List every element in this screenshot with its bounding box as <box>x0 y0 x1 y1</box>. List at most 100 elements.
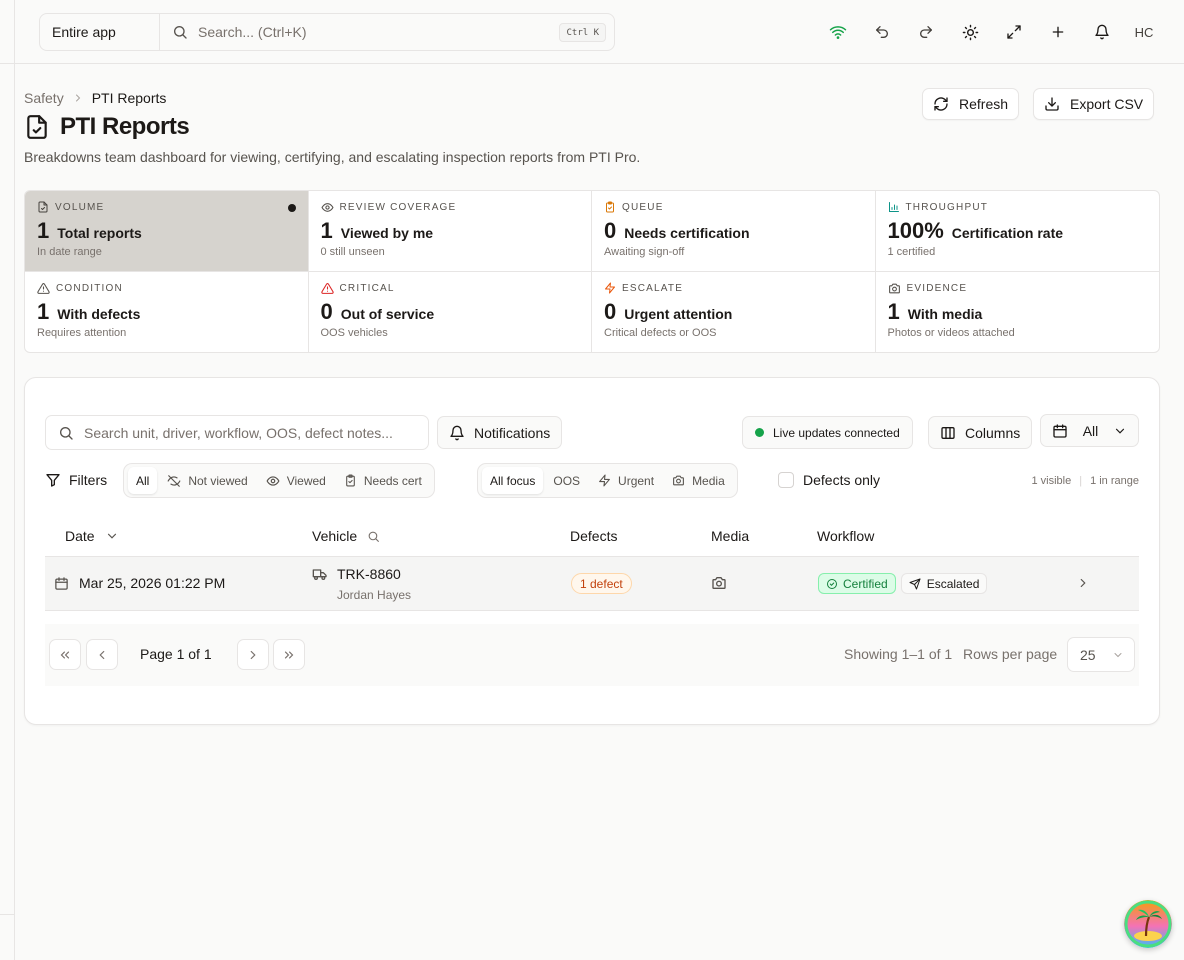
sun-icon[interactable] <box>959 21 981 43</box>
global-search-input[interactable]: Search... (Ctrl+K) Ctrl K <box>160 14 614 50</box>
chevron-down-icon <box>105 529 119 543</box>
first-page-button[interactable] <box>49 639 81 670</box>
shortcut-hint: Ctrl K <box>559 23 606 42</box>
defect-badge: 1 defect <box>571 573 632 594</box>
stat-label: With defects <box>57 306 141 322</box>
stat-volume[interactable]: VOLUME 1 Total reports In date range <box>25 191 309 272</box>
page-title: PTI Reports <box>60 113 190 140</box>
truck-icon <box>312 566 328 582</box>
stat-queue[interactable]: QUEUE 0 Needs certification Awaiting sign… <box>592 191 876 272</box>
filter-needs-cert-label: Needs cert <box>363 473 422 488</box>
filter-not-viewed[interactable]: Not viewed <box>159 467 255 494</box>
bell-icon[interactable] <box>1091 21 1113 43</box>
stat-sub: Awaiting sign-off <box>604 246 685 258</box>
stat-sub: 1 certified <box>887 246 936 258</box>
row-workflow: Certified Escalated <box>818 573 988 594</box>
sidebar-edge <box>0 0 15 960</box>
rows-per-page-value: 25 <box>1080 646 1096 663</box>
refresh-label: Refresh <box>959 96 1009 112</box>
row-date: Mar 25, 2026 01:22 PM <box>54 575 225 591</box>
focus-oos[interactable]: OOS <box>545 467 588 494</box>
undo-icon[interactable] <box>871 21 893 43</box>
table-row[interactable]: Mar 25, 2026 01:22 PM TRK-8860 Jordan Ha… <box>45 557 1139 611</box>
plus-icon[interactable] <box>1047 21 1069 43</box>
stat-condition[interactable]: CONDITION 1 With defects Requires attenti… <box>25 272 309 352</box>
island-logo-icon <box>1124 900 1172 948</box>
stat-value: 1 <box>320 218 333 243</box>
live-status: Live updates connected <box>742 416 913 449</box>
showing-text: Showing 1–1 of 1 <box>844 646 953 662</box>
stat-throughput[interactable]: THROUGHPUT 100% Certification rate 1 cert… <box>875 191 1159 272</box>
focus-urgent-label: Urgent <box>618 473 655 488</box>
stat-escalate[interactable]: ESCALATE 0 Urgent attention Critical defe… <box>592 272 876 352</box>
stat-sub: Critical defects or OOS <box>604 327 717 339</box>
scope-selector[interactable]: Entire app <box>40 14 160 50</box>
focus-media[interactable]: Media <box>664 467 733 494</box>
stat-label: Certification rate <box>951 225 1064 241</box>
defects-only-toggle[interactable]: Defects only <box>778 472 880 488</box>
camera-icon[interactable] <box>711 575 727 591</box>
prev-page-button[interactable] <box>86 639 118 670</box>
stat-label: Out of service <box>340 306 435 322</box>
stat-sub: 0 still unseen <box>320 246 385 258</box>
expand-icon[interactable] <box>1003 21 1025 43</box>
column-workflow-label: Workflow <box>817 528 875 544</box>
table-search-placeholder: Search unit, driver, workflow, OOS, defe… <box>84 424 393 441</box>
search-icon[interactable] <box>367 530 380 543</box>
rows-per-page-label: Rows per page <box>963 646 1058 662</box>
certified-label: Certified <box>843 576 888 591</box>
redo-icon[interactable] <box>915 21 937 43</box>
camera-icon <box>888 282 901 295</box>
status-badge-escalated: Escalated <box>900 573 988 594</box>
stat-sub: In date range <box>37 246 102 258</box>
focus-all-label: All focus <box>490 473 536 488</box>
alert-triangle-icon <box>320 282 334 295</box>
filters-text: Filters <box>69 472 108 488</box>
stat-value: 1 <box>37 299 50 324</box>
breadcrumb-parent[interactable]: Safety <box>24 90 64 106</box>
last-page-button[interactable] <box>273 639 305 670</box>
stat-value: 0 <box>320 299 333 324</box>
notifications-button[interactable]: Notifications <box>437 416 563 449</box>
filter-all-label: All <box>136 473 150 488</box>
refresh-button[interactable]: Refresh <box>922 88 1020 120</box>
avatar[interactable]: HC <box>1128 16 1160 48</box>
columns-button[interactable]: Columns <box>928 416 1033 449</box>
filter-needs-cert[interactable]: Needs cert <box>336 467 430 494</box>
column-vehicle[interactable]: Vehicle <box>312 528 380 544</box>
stat-heading: QUEUE <box>622 201 664 213</box>
column-date[interactable]: Date <box>65 528 119 544</box>
page-subtitle: Breakdowns team dashboard for viewing, c… <box>24 149 641 165</box>
columns-label: Columns <box>965 424 1021 441</box>
chevron-right-icon[interactable] <box>1076 576 1090 590</box>
stat-evidence[interactable]: EVIDENCE 1 With media Photos or videos at… <box>876 272 1160 352</box>
date-range-label: All <box>1082 422 1099 439</box>
stat-label: Needs certification <box>624 225 750 241</box>
filters-label[interactable]: Filters <box>45 472 107 488</box>
status-badge-certified: Certified <box>818 573 896 594</box>
table-search-input[interactable]: Search unit, driver, workflow, OOS, defe… <box>45 415 429 450</box>
next-page-button[interactable] <box>237 639 269 670</box>
export-csv-button[interactable]: Export CSV <box>1033 88 1155 120</box>
global-search-placeholder: Search... (Ctrl+K) <box>198 24 307 40</box>
focus-urgent[interactable]: Urgent <box>590 467 662 494</box>
row-driver: Jordan Hayes <box>337 588 412 602</box>
divider: | <box>1079 475 1083 487</box>
chevron-right-icon <box>246 648 260 662</box>
column-date-label: Date <box>65 528 95 544</box>
assistant-fab[interactable] <box>1124 900 1172 948</box>
defects-only-checkbox[interactable] <box>778 472 794 488</box>
filter-all[interactable]: All <box>128 467 158 494</box>
stat-sub: Photos or videos attached <box>887 327 1015 339</box>
wifi-icon[interactable] <box>827 21 849 43</box>
date-range-select[interactable]: All <box>1040 414 1139 447</box>
filter-viewed[interactable]: Viewed <box>258 467 334 494</box>
view-filter-group: All Not viewed Viewed Needs cert <box>123 463 435 498</box>
rows-per-page-select[interactable]: 25 <box>1067 637 1135 672</box>
chevrons-right-icon <box>282 648 296 662</box>
active-dot <box>287 204 296 212</box>
focus-all[interactable]: All focus <box>482 467 544 494</box>
page-indicator: Page 1 of 1 <box>140 646 212 662</box>
stat-critical[interactable]: CRITICAL 0 Out of service OOS vehicles <box>309 272 592 352</box>
stat-review-coverage[interactable]: REVIEW COVERAGE 1 Viewed by me 0 still un… <box>308 191 592 272</box>
